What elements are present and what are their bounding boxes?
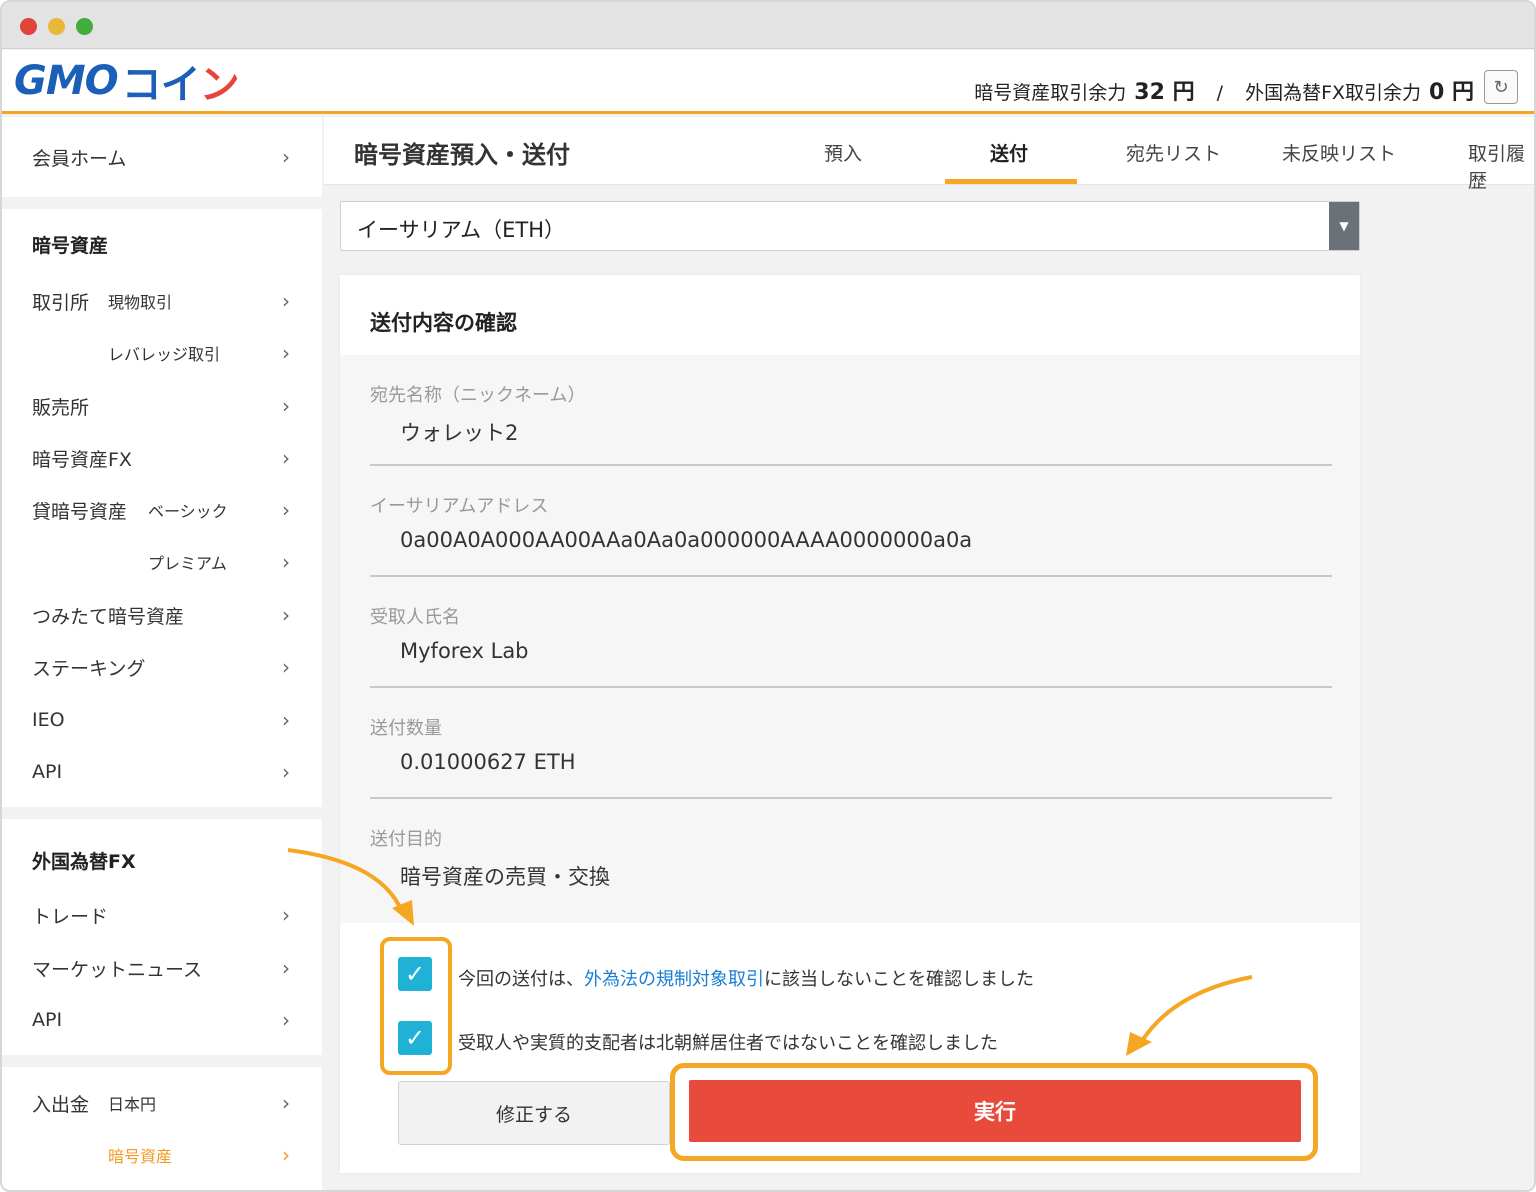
checkbox-fx-law-label: 今回の送付は、外為法の規制対象取引に該当しないことを確認しました xyxy=(458,969,1034,990)
chevron-right-icon: › xyxy=(282,446,290,470)
close-window-icon[interactable] xyxy=(20,18,37,35)
chevron-right-icon: › xyxy=(282,760,290,784)
sidebar-item-ieo[interactable]: IEO › xyxy=(2,694,322,746)
currency-select-value: イーサリアム（ETH） xyxy=(357,218,565,242)
sidebar-heading-crypto: 暗号資産 xyxy=(32,235,109,257)
chevron-right-icon: › xyxy=(282,289,290,313)
active-tab-indicator xyxy=(945,179,1077,184)
chevron-right-icon: › xyxy=(282,498,290,522)
sidebar-item-lending-basic[interactable]: 貸暗号資産 ベーシック › xyxy=(2,484,322,536)
chevron-right-icon: › xyxy=(282,903,290,927)
balance-separator: / xyxy=(1216,82,1224,104)
send-details: 宛先名称（ニックネーム） ウォレット2 イーサリアムアドレス 0a00A0A00… xyxy=(340,355,1360,923)
sidebar-item-api[interactable]: API › xyxy=(2,746,322,798)
chevron-right-icon: › xyxy=(282,145,290,169)
sidebar-item-exchange-leverage[interactable]: レバレッジ取引 › xyxy=(2,327,322,379)
sidebar-item-deposit-jpy[interactable]: 入出金 日本円 › xyxy=(2,1077,322,1129)
sidebar-item-trade[interactable]: トレード › xyxy=(2,889,322,941)
tab-deposit[interactable]: 預入 xyxy=(824,139,862,166)
tab-send[interactable]: 送付 xyxy=(990,139,1028,166)
sidebar-divider xyxy=(2,197,322,209)
field-purpose: 送付目的 暗号資産の売買・交換 xyxy=(370,829,610,889)
card-title: 送付内容の確認 xyxy=(370,311,517,335)
edit-button[interactable]: 修正する xyxy=(398,1081,670,1145)
execute-button[interactable]: 実行 xyxy=(689,1080,1301,1142)
sidebar-item-member-home[interactable]: 会員ホーム › xyxy=(2,131,322,183)
crypto-balance-label: 暗号資産取引余力 xyxy=(974,82,1127,104)
sidebar-item-market-news[interactable]: マーケットニュース › xyxy=(2,942,322,994)
confirmation-card: 送付内容の確認 宛先名称（ニックネーム） ウォレット2 イーサリアムアドレス 0… xyxy=(340,275,1360,1173)
chevron-right-icon: › xyxy=(282,1008,290,1032)
site-header: GMO コイン 暗号資産取引余力 32 円 / 外国為替FX取引余力 0 円 ↻ xyxy=(2,50,1534,114)
checkbox-north-korea-label: 受取人や実質的支配者は北朝鮮居住者ではないことを確認しました xyxy=(458,1033,998,1054)
title-bar xyxy=(2,2,1534,49)
sidebar-item-exchange-spot[interactable]: 取引所 現物取引 › xyxy=(2,275,322,327)
field-recipient-name: 受取人氏名 Myforex Lab xyxy=(370,577,1332,688)
fx-balance-value: 0 円 xyxy=(1429,80,1474,105)
tab-pending-list[interactable]: 未反映リスト xyxy=(1282,139,1396,166)
chevron-right-icon: › xyxy=(282,394,290,418)
sidebar-item-staking[interactable]: ステーキング › xyxy=(2,641,322,693)
refresh-icon[interactable]: ↻ xyxy=(1484,70,1518,104)
fx-balance-label: 外国為替FX取引余力 xyxy=(1245,82,1422,104)
tab-history[interactable]: 取引履歴 xyxy=(1468,139,1534,193)
chevron-right-icon: › xyxy=(282,1143,290,1167)
gmo-coin-logo[interactable]: GMO コイン xyxy=(14,58,240,108)
page-title: 暗号資産預入・送付 xyxy=(354,141,570,169)
balance-summary: 暗号資産取引余力 32 円 / 外国為替FX取引余力 0 円 xyxy=(974,74,1474,106)
sidebar-heading-fx: 外国為替FX xyxy=(32,851,136,873)
checkbox-fx-law[interactable]: ✓ xyxy=(398,957,432,991)
maximize-window-icon[interactable] xyxy=(76,18,93,35)
chevron-right-icon: › xyxy=(282,1091,290,1115)
crypto-balance-value: 32 円 xyxy=(1134,80,1195,105)
sidebar: 会員ホーム › 暗号資産 取引所 現物取引 › レバレッジ取引 › 販売所 › … xyxy=(2,117,322,1190)
field-amount: 送付数量 0.01000627 ETH xyxy=(370,688,1332,799)
chevron-right-icon: › xyxy=(282,603,290,627)
sidebar-item-lending-premium[interactable]: プレミアム › xyxy=(2,536,322,588)
checkbox-north-korea[interactable]: ✓ xyxy=(398,1021,432,1055)
chevron-right-icon: › xyxy=(282,550,290,574)
tab-bar: 暗号資産預入・送付 預入 送付 宛先リスト 未反映リスト 取引履歴 xyxy=(324,117,1534,192)
chevron-right-icon: › xyxy=(282,956,290,980)
browser-window: GMO コイン 暗号資産取引余力 32 円 / 外国為替FX取引余力 0 円 ↻ 会… xyxy=(0,0,1536,1192)
sidebar-item-fx-api[interactable]: API › xyxy=(2,994,322,1046)
execute-highlight: 実行 xyxy=(670,1063,1318,1161)
sidebar-item-deposit-crypto[interactable]: 暗号資産 › xyxy=(2,1129,322,1181)
minimize-window-icon[interactable] xyxy=(48,18,65,35)
field-nickname: 宛先名称（ニックネーム） ウォレット2 xyxy=(370,355,1332,466)
currency-select[interactable]: イーサリアム（ETH） ▼ xyxy=(340,201,1360,251)
dropdown-arrow-icon: ▼ xyxy=(1329,202,1359,250)
sidebar-item-crypto-fx[interactable]: 暗号資産FX › xyxy=(2,432,322,484)
sidebar-item-sales[interactable]: 販売所 › xyxy=(2,380,322,432)
fx-law-link[interactable]: 外為法の規制対象取引 xyxy=(584,969,764,990)
chevron-right-icon: › xyxy=(282,341,290,365)
chevron-right-icon: › xyxy=(282,708,290,732)
tab-address-list[interactable]: 宛先リスト xyxy=(1126,139,1221,166)
sidebar-divider xyxy=(2,1055,322,1067)
sidebar-item-tsumitate[interactable]: つみたて暗号資産 › xyxy=(2,589,322,641)
field-eth-address: イーサリアムアドレス 0a00A0A000AA00AAa0Aa0a000000A… xyxy=(370,466,1332,577)
sidebar-divider xyxy=(2,807,322,819)
chevron-right-icon: › xyxy=(282,655,290,679)
main-content: 暗号資産預入・送付 預入 送付 宛先リスト 未反映リスト 取引履歴 イーサリアム… xyxy=(324,117,1534,1190)
